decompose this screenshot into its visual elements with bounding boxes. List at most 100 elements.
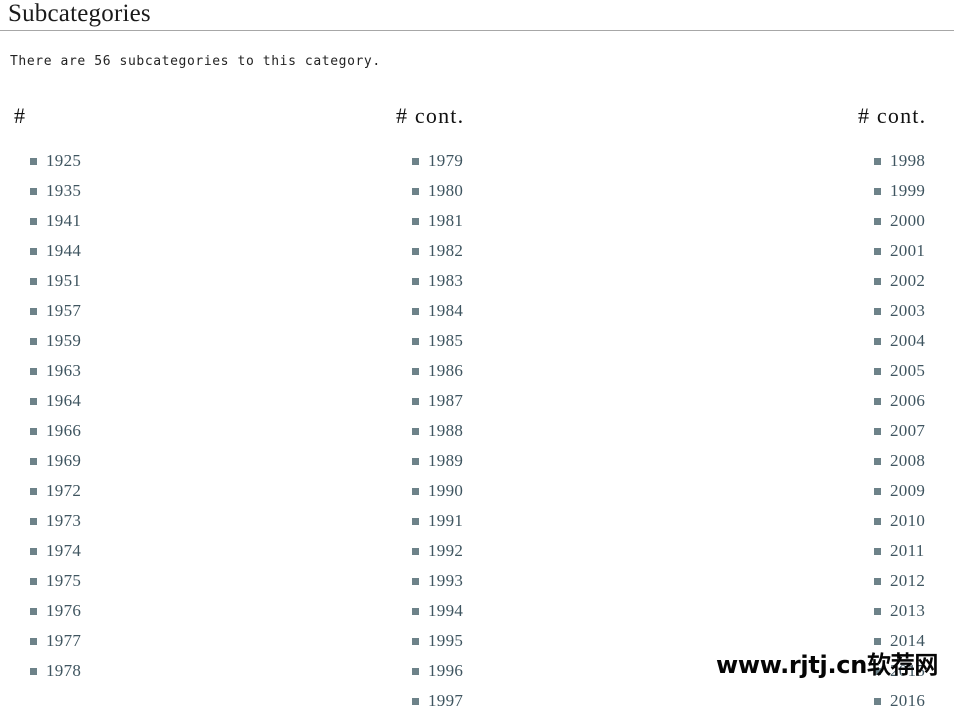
list-item[interactable]: 2005: [858, 356, 926, 386]
year-link[interactable]: 1959: [46, 331, 81, 350]
year-link[interactable]: 2013: [890, 601, 925, 620]
list-item[interactable]: 1973: [14, 506, 81, 536]
list-item[interactable]: 2003: [858, 296, 926, 326]
list-item[interactable]: 1986: [396, 356, 464, 386]
year-link[interactable]: 1935: [46, 181, 81, 200]
list-item[interactable]: 2010: [858, 506, 926, 536]
list-item[interactable]: 2006: [858, 386, 926, 416]
list-item[interactable]: 1982: [396, 236, 464, 266]
year-link[interactable]: 2009: [890, 481, 925, 500]
year-link[interactable]: 1987: [428, 391, 463, 410]
list-item[interactable]: 1998: [858, 146, 926, 176]
list-item[interactable]: 2004: [858, 326, 926, 356]
list-item[interactable]: 1989: [396, 446, 464, 476]
year-link[interactable]: 1957: [46, 301, 81, 320]
year-link[interactable]: 2005: [890, 361, 925, 380]
list-item[interactable]: 1963: [14, 356, 81, 386]
year-link[interactable]: 1998: [890, 151, 925, 170]
year-link[interactable]: 1966: [46, 421, 81, 440]
year-link[interactable]: 1994: [428, 601, 463, 620]
year-link[interactable]: 1995: [428, 631, 463, 650]
list-item[interactable]: 1925: [14, 146, 81, 176]
year-link[interactable]: 2016: [890, 691, 925, 710]
year-link[interactable]: 1992: [428, 541, 463, 560]
list-item[interactable]: 1981: [396, 206, 464, 236]
list-item[interactable]: 2000: [858, 206, 926, 236]
list-item[interactable]: 2008: [858, 446, 926, 476]
list-item[interactable]: 1977: [14, 626, 81, 656]
year-link[interactable]: 1997: [428, 691, 463, 710]
year-link[interactable]: 1984: [428, 301, 463, 320]
year-link[interactable]: 1978: [46, 661, 81, 680]
list-item[interactable]: 1951: [14, 266, 81, 296]
year-link[interactable]: 1974: [46, 541, 81, 560]
year-link[interactable]: 1999: [890, 181, 925, 200]
year-link[interactable]: 1973: [46, 511, 81, 530]
year-link[interactable]: 1964: [46, 391, 81, 410]
year-link[interactable]: 2006: [890, 391, 925, 410]
year-link[interactable]: 1990: [428, 481, 463, 500]
year-link[interactable]: 1975: [46, 571, 81, 590]
year-link[interactable]: 1969: [46, 451, 81, 470]
list-item[interactable]: 1978: [14, 656, 81, 686]
year-link[interactable]: 1951: [46, 271, 81, 290]
list-item[interactable]: 1985: [396, 326, 464, 356]
list-item[interactable]: 1992: [396, 536, 464, 566]
year-link[interactable]: 1991: [428, 511, 463, 530]
list-item[interactable]: 1972: [14, 476, 81, 506]
year-link[interactable]: 2007: [890, 421, 925, 440]
list-item[interactable]: 1983: [396, 266, 464, 296]
list-item[interactable]: 2016: [858, 686, 926, 716]
year-link[interactable]: 2010: [890, 511, 925, 530]
year-link[interactable]: 1981: [428, 211, 463, 230]
year-link[interactable]: 1996: [428, 661, 463, 680]
list-item[interactable]: 1997: [396, 686, 464, 716]
list-item[interactable]: 1935: [14, 176, 81, 206]
year-link[interactable]: 2012: [890, 571, 925, 590]
list-item[interactable]: 1990: [396, 476, 464, 506]
list-item[interactable]: 2009: [858, 476, 926, 506]
year-link[interactable]: 2011: [890, 541, 925, 560]
list-item[interactable]: 1980: [396, 176, 464, 206]
list-item[interactable]: 1975: [14, 566, 81, 596]
year-link[interactable]: 1982: [428, 241, 463, 260]
list-item[interactable]: 2007: [858, 416, 926, 446]
year-link[interactable]: 2004: [890, 331, 925, 350]
list-item[interactable]: 1959: [14, 326, 81, 356]
list-item[interactable]: 2012: [858, 566, 926, 596]
list-item[interactable]: 1996: [396, 656, 464, 686]
list-item[interactable]: 2002: [858, 266, 926, 296]
list-item[interactable]: 1993: [396, 566, 464, 596]
list-item[interactable]: 1944: [14, 236, 81, 266]
list-item[interactable]: 1988: [396, 416, 464, 446]
year-link[interactable]: 1977: [46, 631, 81, 650]
year-link[interactable]: 1988: [428, 421, 463, 440]
year-link[interactable]: 1976: [46, 601, 81, 620]
list-item[interactable]: 1964: [14, 386, 81, 416]
list-item[interactable]: 2001: [858, 236, 926, 266]
year-link[interactable]: 1925: [46, 151, 81, 170]
year-link[interactable]: 1989: [428, 451, 463, 470]
list-item[interactable]: 1995: [396, 626, 464, 656]
year-link[interactable]: 2008: [890, 451, 925, 470]
list-item[interactable]: 1976: [14, 596, 81, 626]
year-link[interactable]: 1941: [46, 211, 81, 230]
list-item[interactable]: 1969: [14, 446, 81, 476]
list-item[interactable]: 1984: [396, 296, 464, 326]
year-link[interactable]: 1972: [46, 481, 81, 500]
list-item[interactable]: 1999: [858, 176, 926, 206]
year-link[interactable]: 1979: [428, 151, 463, 170]
list-item[interactable]: 2013: [858, 596, 926, 626]
year-link[interactable]: 1986: [428, 361, 463, 380]
year-link[interactable]: 1993: [428, 571, 463, 590]
year-link[interactable]: 1983: [428, 271, 463, 290]
year-link[interactable]: 2003: [890, 301, 925, 320]
year-link[interactable]: 1963: [46, 361, 81, 380]
year-link[interactable]: 2002: [890, 271, 925, 290]
list-item[interactable]: 1994: [396, 596, 464, 626]
year-link[interactable]: 1944: [46, 241, 81, 260]
list-item[interactable]: 1974: [14, 536, 81, 566]
list-item[interactable]: 1991: [396, 506, 464, 536]
list-item[interactable]: 1987: [396, 386, 464, 416]
list-item[interactable]: 1957: [14, 296, 81, 326]
